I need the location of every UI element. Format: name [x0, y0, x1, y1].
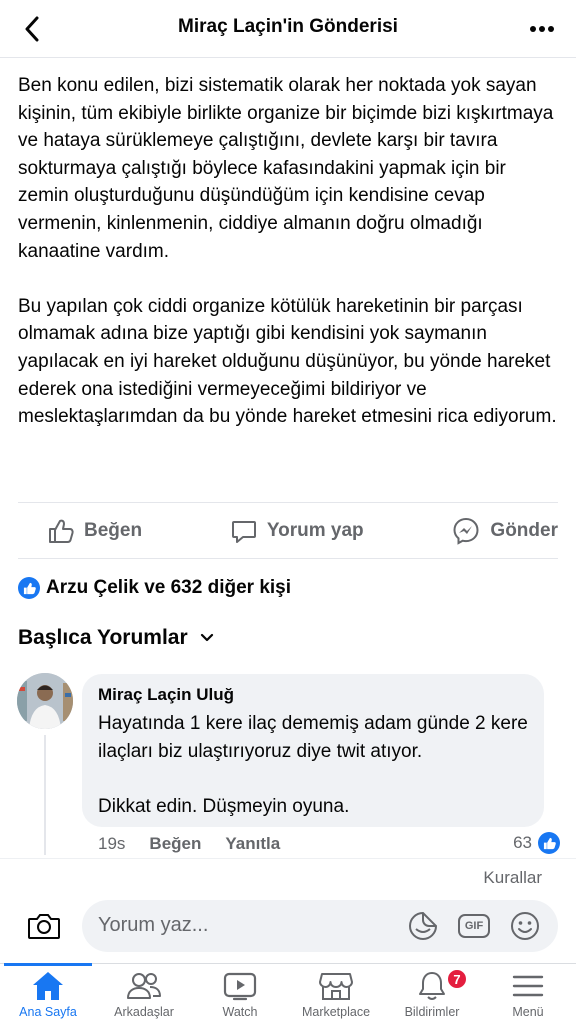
comment-label: Yorum yap: [266, 520, 364, 541]
watch-icon: [223, 972, 257, 1001]
divider: [18, 558, 558, 559]
comment-bubble[interactable]: Miraç Laçin Uluğ Hayatında 1 kere ilaç d…: [82, 674, 544, 827]
home-icon: [33, 972, 63, 1000]
menu-icon: [512, 975, 544, 997]
comment-meta: 19s Beğen Yanıtla: [98, 834, 280, 854]
comment-time: 19s: [98, 834, 126, 853]
comment-input-placeholder: Yorum yaz...: [98, 914, 209, 936]
share-button[interactable]: Gönder: [424, 517, 558, 545]
more-horizontal-icon: [530, 26, 554, 32]
top-bar: Miraç Laçin'in Gönderisi: [0, 0, 576, 58]
share-label: Gönder: [490, 520, 558, 541]
comment-paragraph: Hayatında 1 kere ilaç dememiş adam günde…: [98, 713, 528, 762]
avatar[interactable]: [17, 673, 73, 729]
more-options-button[interactable]: [522, 12, 562, 46]
gif-button[interactable]: GIF: [457, 909, 491, 943]
reactions-text: Arzu Çelik ve 632 diğer kişi: [46, 577, 292, 598]
thumbs-up-icon: [49, 519, 74, 543]
like-label: Beğen: [84, 520, 143, 541]
tab-notifications[interactable]: 7 Bildirimler: [384, 964, 480, 1024]
active-tab-indicator: [4, 963, 92, 966]
tab-friends[interactable]: Arkadaşlar: [96, 964, 192, 1024]
bottom-tab-bar: Ana Sayfa Arkadaşlar Watch Marketplace 7…: [0, 963, 576, 1024]
tab-label: Watch: [222, 1005, 258, 1019]
tab-label: Bildirimler: [404, 1005, 460, 1019]
comments-filter[interactable]: Başlıca Yorumlar: [18, 626, 214, 650]
comment-author[interactable]: Miraç Laçin Uluğ: [98, 684, 528, 706]
like-reaction-icon: [18, 577, 40, 599]
marketplace-icon: [319, 973, 353, 1000]
emoji-icon: [511, 912, 539, 940]
comment-button[interactable]: Yorum yap: [203, 518, 392, 544]
like-reaction-icon: [538, 832, 560, 854]
reactions-summary[interactable]: Arzu Çelik ve 632 diğer kişi: [18, 574, 291, 602]
comment-icon: [231, 521, 256, 543]
tab-watch[interactable]: Watch: [192, 964, 288, 1024]
thread-line: [44, 735, 46, 855]
tab-home[interactable]: Ana Sayfa: [0, 963, 96, 1024]
emoji-button[interactable]: [508, 909, 542, 943]
comment-like-count[interactable]: 63: [513, 832, 560, 854]
post-actions: Beğen Yorum yap Gönder: [18, 505, 558, 557]
chevron-down-icon: [200, 633, 213, 642]
tab-label: Ana Sayfa: [19, 1005, 77, 1019]
post-paragraph: Ben konu edilen, bizi sistematik olarak …: [18, 75, 554, 262]
tab-label: Menü: [512, 1005, 544, 1019]
notification-badge: 7: [446, 968, 468, 990]
comment-paragraph: Dikkat edin. Düşmeyin oyuna.: [98, 795, 350, 817]
comment-input[interactable]: Yorum yaz... GIF: [82, 900, 558, 952]
post-body: Ben konu edilen, bizi sistematik olarak …: [18, 72, 558, 431]
bell-icon: [419, 972, 445, 1000]
comments-title: Başlıca Yorumlar: [18, 626, 188, 649]
tab-marketplace[interactable]: Marketplace: [288, 964, 384, 1024]
camera-button[interactable]: [24, 906, 64, 946]
rules-link[interactable]: Kurallar: [483, 868, 542, 888]
comment-reply-button[interactable]: Yanıtla: [225, 834, 280, 854]
comment-like-count-text: 63: [513, 833, 532, 852]
sticker-button[interactable]: [406, 909, 440, 943]
friends-icon: [127, 973, 161, 999]
tab-label: Marketplace: [301, 1005, 371, 1019]
comment-text: Hayatında 1 kere ilaç dememiş adam günde…: [98, 710, 528, 820]
messenger-icon: [453, 517, 479, 545]
post-paragraph: Bu yapılan çok ciddi organize kötülük ha…: [18, 295, 557, 428]
comment-like-button[interactable]: Beğen: [149, 834, 201, 854]
gif-label: GIF: [464, 920, 484, 932]
camera-icon: [28, 914, 60, 939]
like-button[interactable]: Beğen: [18, 518, 170, 544]
tab-label: Arkadaşlar: [114, 1005, 174, 1019]
page-title: Miraç Laçin'in Gönderisi: [178, 16, 398, 37]
divider: [18, 502, 558, 503]
sticker-icon: [409, 911, 438, 940]
tab-menu[interactable]: Menü: [480, 964, 576, 1024]
